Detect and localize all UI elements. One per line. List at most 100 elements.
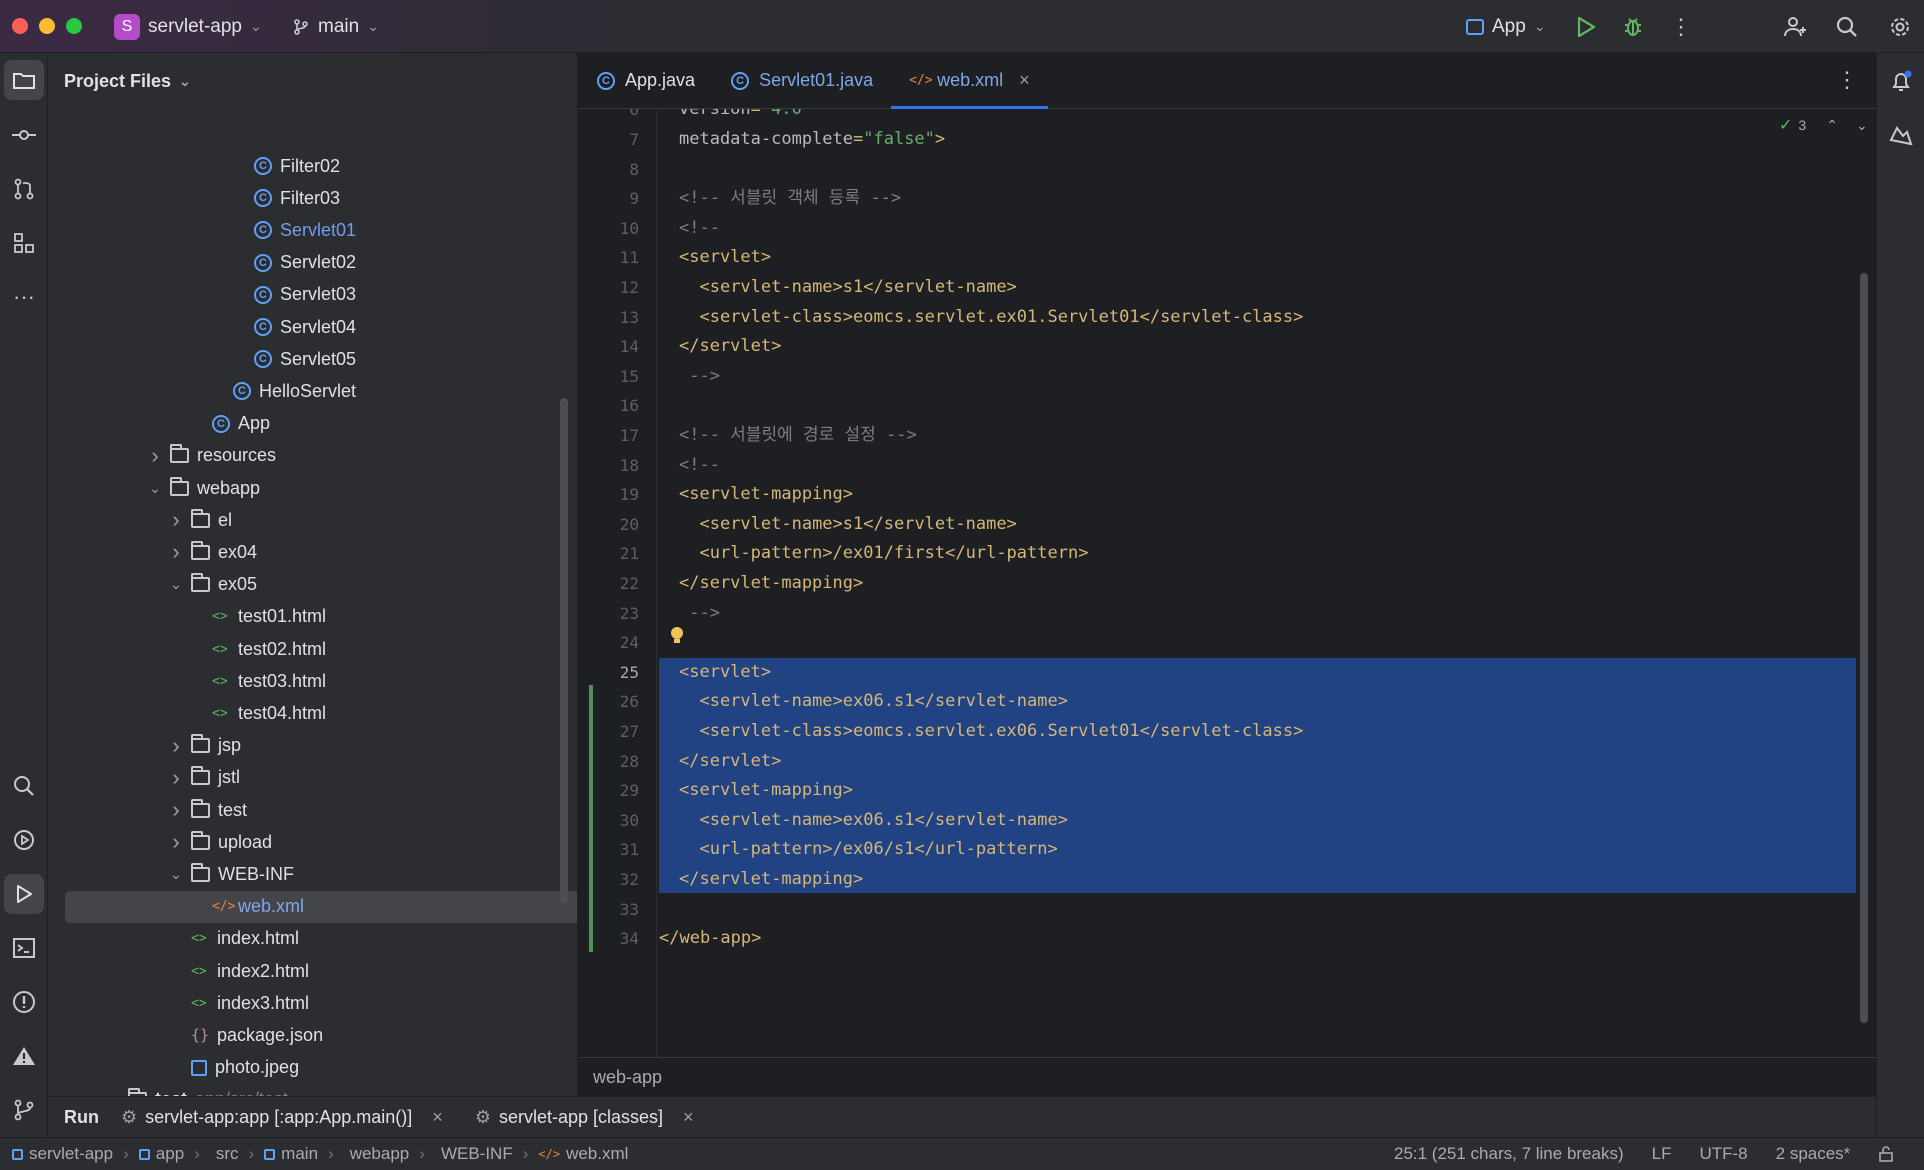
chevron-right-icon[interactable]: › <box>169 765 183 791</box>
code-line[interactable]: <!-- 서블릿에 경로 설정 --> <box>679 421 917 451</box>
code-line[interactable]: <!-- <box>679 451 720 481</box>
tab-servlet01-java[interactable]: C Servlet01.java <box>713 53 891 109</box>
tree-item[interactable]: ⌄ webapp <box>48 472 568 504</box>
tree-item[interactable]: C Servlet04 <box>48 311 568 343</box>
chevron-up-icon[interactable]: ⌃ <box>1826 117 1838 134</box>
line-separator[interactable]: LF <box>1652 1144 1672 1164</box>
tree-item[interactable]: C App <box>48 408 568 440</box>
tree-item[interactable]: C Servlet05 <box>48 343 568 375</box>
tab-web-xml[interactable]: </> web.xml × <box>891 53 1048 109</box>
code-line[interactable]: </servlet-mapping> <box>679 569 863 599</box>
chevron-down-icon[interactable]: ⌄ <box>148 480 162 497</box>
tab-options-button[interactable]: ⋮ <box>1836 67 1858 93</box>
structure-tool-button[interactable] <box>4 223 44 263</box>
chevron-right-icon[interactable]: › <box>169 829 183 855</box>
tree-item[interactable]: › test <box>48 794 568 826</box>
chevron-right-icon[interactable]: › <box>169 797 183 823</box>
tree-item[interactable]: C Filter02 <box>48 150 568 182</box>
lock-icon[interactable] <box>1878 1146 1894 1162</box>
notifications-button[interactable] <box>1881 61 1921 101</box>
code-line[interactable]: metadata-complete="false"> <box>679 125 945 155</box>
warnings-tool-button[interactable] <box>4 1036 44 1076</box>
tree-item[interactable]: <> index2.html <box>48 955 568 987</box>
code-line[interactable]: <servlet-mapping> <box>679 776 853 806</box>
tree-item[interactable]: <> index.html <box>48 923 568 955</box>
tree-item[interactable]: <> test03.html <box>48 665 568 697</box>
branch-switcher[interactable]: main ⌄ <box>292 0 379 53</box>
chevron-down-icon[interactable]: ⌄ <box>1856 117 1868 134</box>
vcs-change-marker[interactable] <box>589 685 593 952</box>
tree-item[interactable]: C Servlet03 <box>48 279 568 311</box>
code-line[interactable]: </servlet-mapping> <box>679 865 863 895</box>
chevron-right-icon[interactable]: › <box>169 733 183 759</box>
breadcrumb-web-app[interactable]: web-app <box>593 1067 662 1088</box>
tree-item[interactable]: › test app/src/test <box>48 1084 568 1096</box>
tree-item[interactable]: {} package.json <box>48 1019 568 1051</box>
project-tool-button[interactable] <box>4 60 44 100</box>
git-tool-button[interactable] <box>4 1090 44 1130</box>
code-line[interactable]: version="4.0" <box>679 109 812 125</box>
tree-item[interactable]: › jsp <box>48 730 568 762</box>
caret-position[interactable]: 25:1 (251 chars, 7 line breaks) <box>1394 1144 1624 1164</box>
commit-tool-button[interactable] <box>4 115 44 155</box>
code-line[interactable]: <servlet-name>ex06.s1</servlet-name> <box>679 806 1067 836</box>
tree-item[interactable]: photo.jpeg <box>48 1052 568 1084</box>
code-line[interactable]: </web-app> <box>659 924 761 954</box>
account-button[interactable] <box>1784 0 1808 53</box>
run-tool-button[interactable] <box>4 874 44 914</box>
tab-app-java[interactable]: C App.java <box>579 53 713 109</box>
status-path-item[interactable]: </> web.xml <box>538 1144 628 1164</box>
tree-item[interactable]: › ex04 <box>48 536 568 568</box>
code-line[interactable]: <servlet-mapping> <box>679 480 853 510</box>
tree-item[interactable]: <> test04.html <box>48 697 568 729</box>
tree-item[interactable]: ⌄ ex05 <box>48 569 568 601</box>
tree-item[interactable]: <> test02.html <box>48 633 568 665</box>
tree-item[interactable]: C Servlet02 <box>48 247 568 279</box>
chevron-down-icon[interactable]: ⌄ <box>169 576 183 593</box>
status-path-item[interactable]: main <box>264 1144 318 1164</box>
run-config-selector[interactable]: App ⌄ <box>1466 0 1546 53</box>
status-path-item[interactable]: webapp <box>344 1144 410 1164</box>
indent-setting[interactable]: 2 spaces* <box>1776 1144 1851 1164</box>
problems-tool-button[interactable] <box>4 982 44 1022</box>
ai-assistant-button[interactable] <box>1881 115 1921 155</box>
tree-item[interactable]: C Servlet01 <box>48 214 568 246</box>
chevron-down-icon[interactable]: ⌄ <box>169 866 183 883</box>
settings-button[interactable] <box>1889 0 1911 53</box>
more-actions-button[interactable]: ⋮ <box>1670 0 1692 53</box>
project-switcher[interactable]: S servlet-app ⌄ <box>114 0 262 53</box>
project-panel-header[interactable]: Project Files ⌄ <box>48 53 577 109</box>
code-line[interactable]: <url-pattern>/ex01/first</url-pattern> <box>679 539 1088 569</box>
intention-bulb-icon[interactable] <box>670 627 684 645</box>
close-icon[interactable]: × <box>683 1107 694 1128</box>
code-line[interactable]: --> <box>679 599 720 629</box>
more-tools-button[interactable]: ··· <box>4 277 44 317</box>
code-line[interactable]: <servlet> <box>679 658 771 688</box>
tree-item[interactable]: </> web.xml <box>48 890 577 923</box>
close-window-button[interactable] <box>12 18 28 34</box>
code-line[interactable]: --> <box>679 362 720 392</box>
editor-scrollbar[interactable] <box>1860 273 1868 1023</box>
code-line[interactable]: <url-pattern>/ex06/s1</url-pattern> <box>679 835 1057 865</box>
run-label[interactable]: Run <box>64 1107 99 1128</box>
inspection-widget[interactable]: ✓ 3 ⌃ ⌄ <box>1779 115 1868 135</box>
chevron-right-icon[interactable]: › <box>148 443 162 469</box>
code-line[interactable]: <servlet-name>s1</servlet-name> <box>679 510 1016 540</box>
file-encoding[interactable]: UTF-8 <box>1699 1144 1747 1164</box>
debug-button[interactable] <box>1622 0 1644 53</box>
tree-item[interactable]: › upload <box>48 826 568 858</box>
status-path-item[interactable]: servlet-app <box>12 1144 113 1164</box>
tree-item[interactable]: ⌄ WEB-INF <box>48 858 568 890</box>
status-path-item[interactable]: WEB-INF <box>435 1144 513 1164</box>
code-line[interactable]: <servlet-class>eomcs.servlet.ex06.Servle… <box>679 717 1303 747</box>
pull-requests-tool-button[interactable] <box>4 169 44 209</box>
run-tab-app-main[interactable]: ⚙ servlet-app:app [:app:App.main()] × <box>121 1107 443 1128</box>
tree-item[interactable]: <> test01.html <box>48 601 568 633</box>
chevron-right-icon[interactable]: › <box>106 1087 120 1096</box>
terminal-tool-button[interactable] <box>4 928 44 968</box>
minimize-window-button[interactable] <box>39 18 55 34</box>
status-path-item[interactable]: app <box>138 1144 184 1164</box>
code-line[interactable]: </servlet> <box>679 747 781 777</box>
project-scrollbar[interactable] <box>560 398 568 903</box>
editor-breadcrumb[interactable]: web-app <box>579 1057 1876 1096</box>
